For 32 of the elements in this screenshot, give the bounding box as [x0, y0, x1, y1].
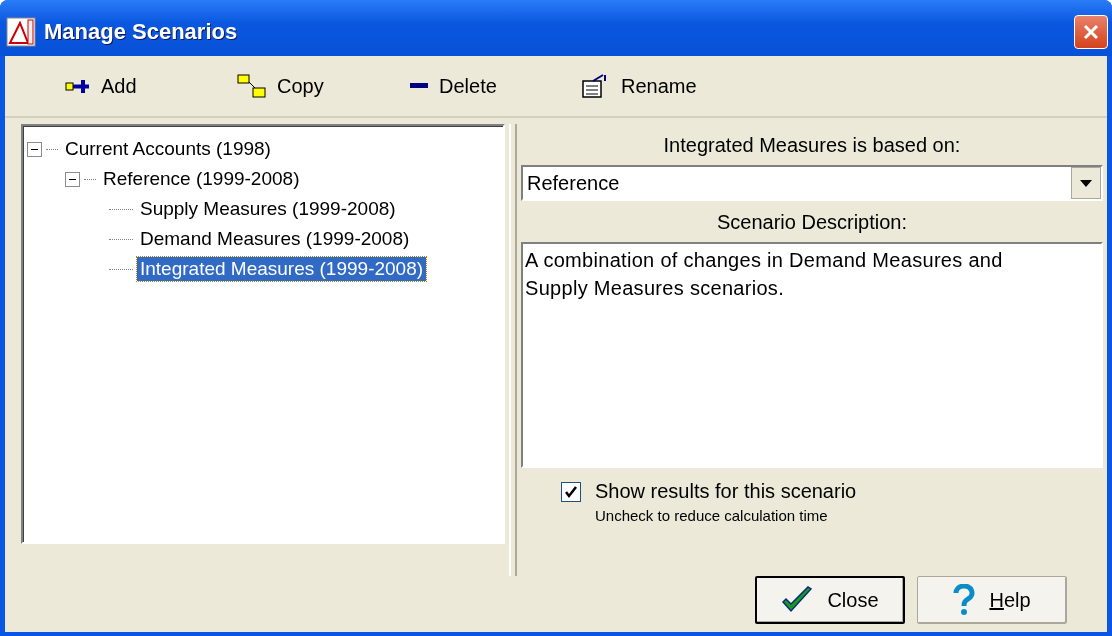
checkmark-icon — [781, 586, 814, 614]
close-button[interactable]: Close — [755, 576, 905, 624]
based-on-dropdown[interactable]: Reference — [521, 165, 1103, 201]
description-label: Scenario Description: — [715, 210, 909, 235]
tree-item[interactable]: Demand Measures (1999-2008) — [137, 227, 413, 251]
toolbar-button[interactable]: Add — [65, 74, 237, 98]
tree-item[interactable]: Supply Measures (1999-2008) — [137, 197, 399, 221]
close-button[interactable] — [1074, 15, 1108, 49]
collapse-toggle[interactable] — [65, 171, 80, 187]
checkbox-label: Show results for this scenario — [595, 480, 857, 503]
checkmark-icon — [564, 485, 578, 499]
app-icon — [6, 17, 36, 47]
tree-item[interactable]: Current Accounts (1998) — [62, 137, 274, 161]
toolbar-button[interactable]: Copy — [237, 74, 409, 98]
close-icon — [1082, 23, 1100, 41]
toolbar-button[interactable]: Rename — [581, 73, 753, 99]
window-title: Manage Scenarios — [44, 19, 239, 45]
caret-icon — [1080, 179, 1092, 187]
copy-icon — [237, 74, 267, 98]
toolbar-button[interactable]: Delete — [409, 74, 581, 98]
based-on-label: Integrated Measures is based on: — [662, 133, 962, 158]
description-field[interactable]: A combination of changes in Demand Measures and Supply Measures scenarios. — [521, 242, 1103, 468]
checkbox[interactable] — [561, 482, 581, 502]
collapse-toggle[interactable] — [27, 141, 42, 157]
tree-item[interactable]: Integrated Measures (1999-2008) — [137, 257, 427, 281]
dropdown-button[interactable] — [1071, 167, 1101, 199]
minus-icon — [409, 82, 429, 90]
tree-item[interactable]: Reference (1999-2008) — [100, 167, 303, 191]
question-mark-icon — [953, 584, 976, 616]
add-icon — [65, 78, 91, 94]
checkbox-hint: Uncheck to reduce calculation time — [595, 507, 829, 524]
help-button[interactable]: Help — [917, 576, 1067, 624]
